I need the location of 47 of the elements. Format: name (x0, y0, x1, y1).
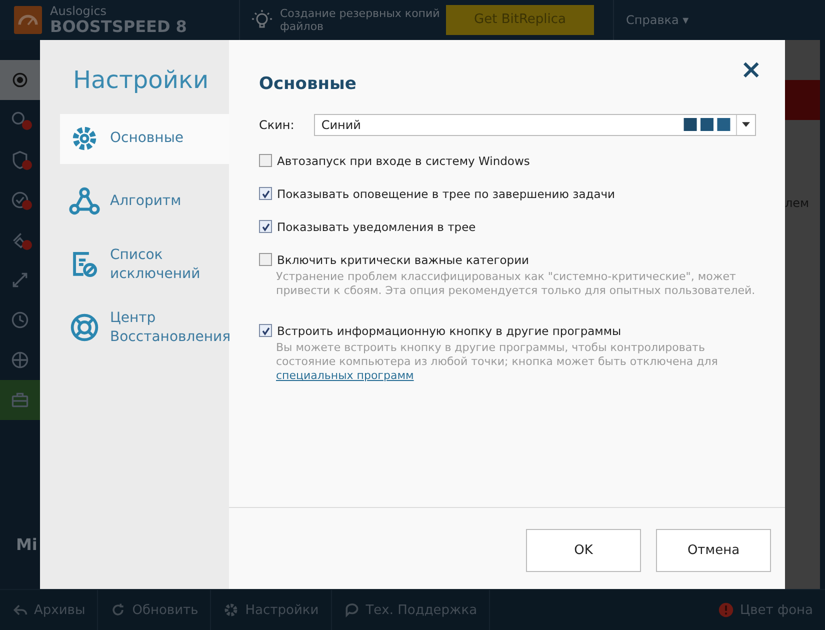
check-icon (10, 190, 30, 210)
option-description: Устранение проблем классифицированых как "системно-критические", может привести к сбоям. Эта опция рекомендуется только для опытных пользователей. (276, 270, 756, 299)
shield-icon (10, 150, 30, 170)
rail-footer-text: Mi (16, 534, 38, 554)
background-banner (785, 80, 820, 120)
dialog-title: Настройки (73, 66, 210, 94)
chat-icon (344, 602, 360, 618)
checkbox-option[interactable]: Показывать уведомления в трее (259, 220, 756, 234)
checkmark-icon (260, 326, 270, 336)
lifebuoy-icon (69, 312, 100, 344)
dialog-button[interactable]: OK (526, 529, 641, 572)
color-swatches-icon (683, 118, 731, 132)
settings-nav-item[interactable]: Список исключений (60, 240, 229, 290)
settings-nav-item[interactable]: Центр Восстановления (60, 302, 229, 353)
alert-badge-icon (22, 200, 32, 210)
sidebar-item[interactable] (0, 380, 40, 420)
dropdown-arrow-icon (742, 122, 750, 128)
alert-badge-icon (22, 160, 32, 170)
globe-icon (10, 350, 30, 370)
gear-icon (223, 602, 240, 618)
section-heading: Основные (259, 74, 356, 94)
checkbox-option[interactable]: Автозапуск при входе в систему Windows (259, 154, 756, 168)
refresh-icon (110, 602, 126, 618)
alert-badge-icon (22, 120, 32, 130)
settings-nav-item[interactable]: Основные (60, 114, 229, 164)
checkmark-icon (260, 222, 270, 232)
alert-badge-icon (22, 240, 32, 250)
skin-dropdown[interactable]: Синий (314, 114, 756, 136)
option-description: Вы можете встроить кнопку в другие программы, чтобы контролировать состояние компьютера из любой точки; кнопка может быть отключена для специальных программ (276, 340, 719, 384)
sidebar-item[interactable] (0, 60, 40, 100)
checkbox-option[interactable]: Показывать оповещение в трее по завершению задачи (259, 186, 756, 201)
nodes-icon (69, 186, 100, 218)
special-programs-link[interactable]: специальных программ (276, 369, 414, 382)
promo-text: Создание резервных копий файлов (280, 6, 440, 34)
checkbox-option[interactable]: Включить критически важные категории (259, 252, 756, 267)
close-button[interactable]: × (732, 60, 770, 81)
brand-name: Auslogics (50, 4, 108, 18)
checkmark-icon (260, 188, 270, 199)
settings-nav-item[interactable]: Алгоритм (60, 176, 229, 227)
clock-icon (10, 310, 30, 330)
help-menu[interactable]: Справка ▾ (626, 12, 689, 27)
checkbox-option[interactable]: Встроить информационную кнопку в другие программы (259, 324, 756, 338)
product-name: BOOSTSPEED 8 (50, 18, 187, 36)
speedometer-logo-icon (14, 6, 42, 34)
dialog-button[interactable]: Отмена (656, 529, 771, 572)
alert-icon (718, 602, 734, 618)
skin-label: Скин: (259, 118, 294, 132)
